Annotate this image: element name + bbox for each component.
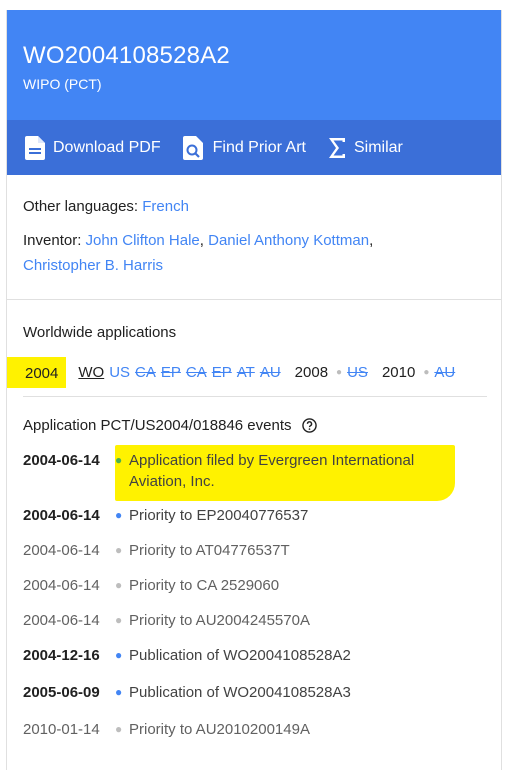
country-link-wo[interactable]: WO [78,364,104,381]
event-date: 2005-06-09 [23,684,100,701]
document-search-icon [182,135,203,160]
patent-header: WO2004108528A2 WIPO (PCT) [7,10,501,120]
event-bullet: ● [115,648,123,662]
info-section: Other languages: French Inventor: John C… [7,175,501,278]
event-item: 2004-06-14 ● Priority to CA 2529060 [23,575,485,596]
dot-separator: ● [336,367,343,378]
event-date: 2004-06-14 [23,577,100,594]
event-text: Priority to AT04776537T [129,542,290,559]
pdf-file-icon [25,135,45,160]
other-languages-label: Other languages: [23,198,139,215]
event-bullet: ● [115,722,123,736]
event-text: Priority to CA 2529060 [129,577,280,594]
event-bullet: ● [115,453,123,467]
event-date: 2004-06-14 [23,542,100,559]
patent-card: WO2004108528A2 WIPO (PCT) Download PDF F… [6,10,502,770]
find-prior-art-label: Find Prior Art [212,138,306,156]
events-section: Application PCT/US2004/018846 events 200… [7,397,501,740]
event-bullet: ● [115,578,123,592]
year-2008: 2008 [294,364,329,381]
event-text: Application filed by Evergreen Internati… [129,452,415,490]
dot-separator: ● [423,367,430,378]
event-item: 2004-06-14 ● Priority to AU2004245570A [23,610,485,631]
events-title: Application PCT/US2004/018846 events [23,417,292,434]
country-link-ca[interactable]: CA [186,364,207,381]
toolbar: Download PDF Find Prior Art Similar [7,120,501,175]
events-list: 2004-06-14 ● Application filed by Evergr… [23,445,485,740]
worldwide-section: Worldwide applications 2004 WO US CA EP … [7,300,501,397]
country-link-ca[interactable]: CA [135,364,156,381]
country-link-au[interactable]: AU [260,364,281,381]
event-date: 2004-06-14 [23,612,100,629]
download-pdf-label: Download PDF [53,138,161,156]
worldwide-title: Worldwide applications [23,324,177,341]
event-date: 2004-12-16 [23,647,100,664]
other-languages-row: Other languages: French [23,194,485,219]
inventor-row: Inventor: John Clifton Hale, Daniel Anth… [23,232,374,274]
country-link-us[interactable]: US [109,364,130,381]
inventor-label: Inventor: [23,232,82,249]
event-item: 2005-06-09 ● Publication of WO2004108528… [23,682,485,703]
inventor-link[interactable]: Daniel Anthony Kottman [208,232,369,249]
events-title-row: Application PCT/US2004/018846 events [23,413,485,438]
country-link-au[interactable]: AU [434,364,455,381]
event-text: Priority to AU2004245570A [129,612,310,629]
country-link-at[interactable]: AT [237,364,255,381]
event-text: Priority to AU2010200149A [129,721,310,738]
event-text: Publication of WO2004108528A2 [129,647,351,664]
find-prior-art-button[interactable]: Find Prior Art [182,135,306,160]
country-link-ep[interactable]: EP [212,364,232,381]
event-bullet: ● [115,613,123,627]
event-date: 2004-06-14 [23,507,100,524]
event-item: 2004-06-14 ● Priority to AT04776537T [23,540,485,561]
event-date: 2004-06-14 [23,452,100,469]
sigma-icon [328,137,345,158]
worldwide-applications-row: 2004 WO US CA EP CA EP AT AU 2008 ● US 2… [7,357,485,388]
event-text: Priority to EP20040776537 [129,507,309,524]
patent-office: WIPO (PCT) [23,76,102,92]
event-item: 2010-01-14 ● Priority to AU2010200149A [23,719,485,740]
event-item: 2004-06-14 ● Application filed by Evergr… [23,450,485,492]
event-item: 2004-12-16 ● Publication of WO2004108528… [23,645,485,666]
similar-label: Similar [353,138,403,156]
event-bullet: ● [115,685,123,699]
event-item: 2004-06-14 ● Priority to EP20040776537 [23,505,485,526]
event-date: 2010-01-14 [23,721,100,738]
publication-number: WO2004108528A2 [23,42,230,69]
year-2010: 2010 [381,364,416,381]
country-link-us[interactable]: US [347,364,368,381]
country-link-ep[interactable]: EP [161,364,181,381]
event-text: Publication of WO2004108528A3 [129,684,351,701]
inventor-link[interactable]: Christopher B. Harris [23,257,163,274]
language-link-french[interactable]: French [142,198,189,215]
help-circle-icon[interactable] [301,418,317,433]
year-2004: 2004 [7,357,67,388]
download-pdf-button[interactable]: Download PDF [25,135,161,160]
event-bullet: ● [115,508,123,522]
inventor-link[interactable]: John Clifton Hale [86,232,200,249]
event-bullet: ● [115,543,123,557]
similar-button[interactable]: Similar [328,137,403,159]
